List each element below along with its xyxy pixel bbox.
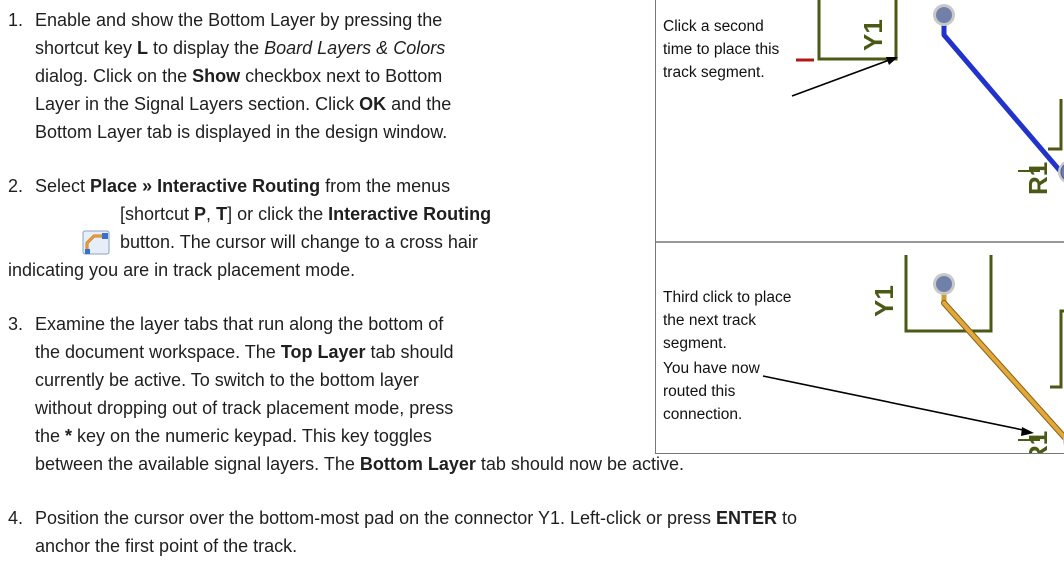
caption-line: connection. [663,406,743,423]
step-4-line: Position the cursor over the bottom-most… [35,508,798,528]
step-1-line: Enable and show the Bottom Layer by pres… [35,10,443,30]
step-1-line: shortcut key L to display the Board Laye… [35,38,446,58]
step-2-line: Select Place » Interactive Routing from … [35,176,451,196]
resistor-label: R1 [1023,162,1053,195]
interactive-routing-icon[interactable] [82,230,112,256]
callout-line [762,375,1029,432]
step-3-number: 3. [8,314,24,334]
caption-line: routed this [663,383,736,400]
resistor-label: R1 [1023,431,1053,454]
step-2-number: 2. [8,176,24,196]
step-4-line: anchor the first point of the track. [35,536,298,556]
step-1-line: Bottom Layer tab is displayed in the des… [35,122,448,142]
pad [936,276,952,292]
step-3-line: the document workspace. The Top Layer ta… [35,342,454,362]
caption-line: Third click to place [663,289,792,306]
track-segment [942,301,1064,440]
step-3-line: currently be active. To switch to the bo… [35,370,419,390]
connector-label: Y1 [869,285,899,317]
step-3-line: without dropping out of track placement … [35,398,454,418]
caption-line: segment. [663,335,727,352]
step-1-line: Layer in the Signal Layers section. Clic… [35,94,452,114]
step-3-line: Examine the layer tabs that run along th… [35,314,444,334]
caption-line: You have now [663,360,760,377]
step-1-number: 1. [8,10,24,30]
callout-arrowhead [886,57,898,65]
caption-line: time to place this [663,41,780,58]
caption-line: the next track [663,312,757,329]
callout-line [791,58,893,97]
step-2-line: indicating you are in track placement mo… [8,260,356,280]
step-1-line: dialog. Click on the Show checkbox next … [35,66,443,86]
pad [936,7,952,23]
step-3-line: between the available signal layers. The… [35,454,685,474]
step-4-number: 4. [8,508,24,528]
caption-line: track segment. [663,64,765,81]
step-2-line: button. The cursor will change to a cros… [120,232,478,252]
step-3-line: the * key on the numeric keypad. This ke… [35,426,432,446]
connector-label: Y1 [858,19,888,51]
connector-outline [1050,309,1064,389]
connector-outline [1048,99,1063,151]
caption-line: Click a second [663,18,764,35]
step-2-line: [shortcut P, T] or click the Interactive… [120,204,492,224]
routing-illustration: Y1 R1 Y1 R1 Click a second time to place… [655,0,1064,454]
track-segment [941,32,1064,175]
